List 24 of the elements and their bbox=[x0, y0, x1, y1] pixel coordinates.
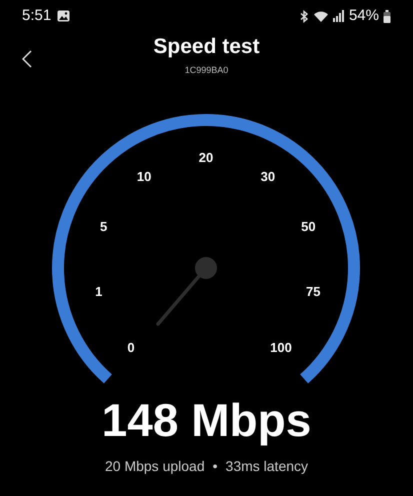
gauge-needle bbox=[156, 256, 217, 326]
upload-speed: 20 Mbps upload bbox=[104, 456, 205, 476]
bluetooth-icon bbox=[298, 10, 309, 22]
scale-label: 50 bbox=[301, 219, 316, 236]
wifi-icon bbox=[312, 10, 329, 22]
scale-label: 100 bbox=[270, 340, 292, 356]
page-title: Speed test bbox=[153, 34, 260, 60]
scale-label: 75 bbox=[306, 284, 321, 300]
image-icon bbox=[57, 10, 70, 22]
scale-label: 1 bbox=[95, 284, 102, 300]
status-time: 5:51 bbox=[22, 6, 52, 26]
latency: 33ms latency bbox=[226, 456, 308, 476]
battery-percent: 54% bbox=[348, 6, 379, 26]
download-speed: 148 Mbps bbox=[102, 394, 312, 446]
scale-label: 30 bbox=[260, 168, 276, 185]
back-icon bbox=[22, 50, 32, 68]
scale-label: 10 bbox=[136, 168, 152, 185]
scale-label: 5 bbox=[100, 219, 108, 236]
device-id: 1C999BA0 bbox=[184, 64, 228, 77]
scale-label: 20 bbox=[198, 150, 214, 166]
scale-label: 0 bbox=[127, 340, 135, 356]
signal-icon bbox=[332, 10, 345, 22]
separator-dot: • bbox=[212, 456, 218, 476]
battery-icon bbox=[383, 10, 391, 22]
